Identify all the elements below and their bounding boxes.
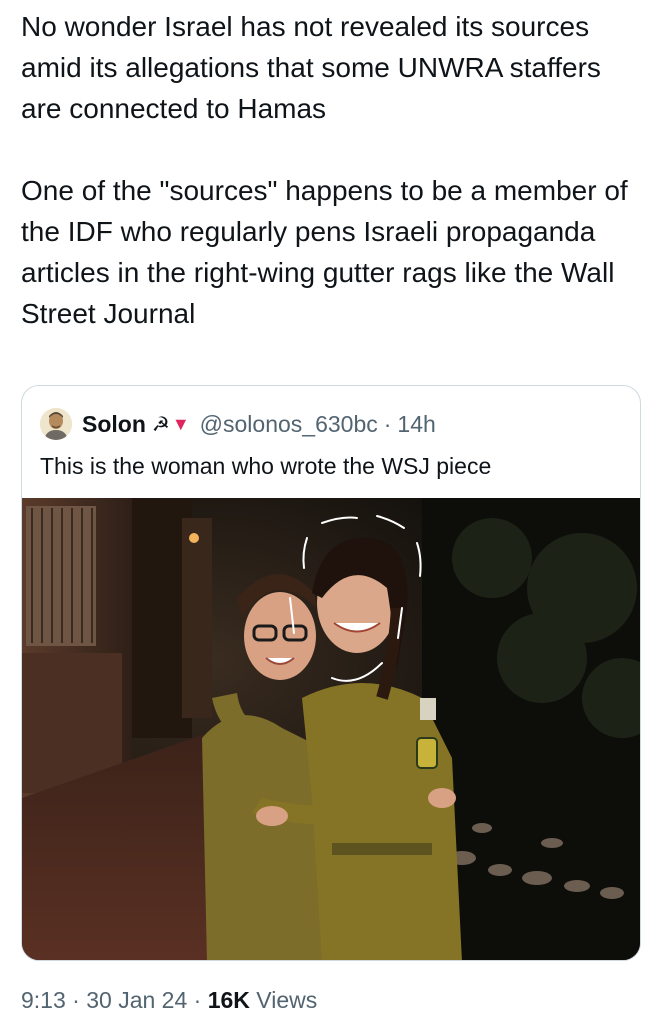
- separator-dot: ·: [193, 987, 202, 1013]
- quoted-post-image[interactable]: [22, 498, 641, 961]
- quoted-post-card[interactable]: Solon ☭ ▼ @solonos_630bc · 14h This is t…: [21, 385, 641, 961]
- quoted-post-time[interactable]: 14h: [397, 411, 435, 438]
- post-paragraph-1: No wonder Israel has not revealed its so…: [21, 11, 601, 124]
- post-body: No wonder Israel has not revealed its so…: [21, 6, 641, 334]
- post-meta: 9:13 · 30 Jan 24 · 16K Views: [21, 982, 317, 1018]
- views-count: 16K: [207, 987, 250, 1013]
- separator-dot: ·: [72, 987, 80, 1013]
- quoted-author-name[interactable]: Solon: [82, 411, 146, 438]
- quoted-post-text: This is the woman who wrote the WSJ piec…: [40, 453, 492, 479]
- red-triangle-icon: ▼: [171, 413, 190, 434]
- separator-dot: ·: [383, 410, 392, 437]
- views-label: Views: [256, 987, 318, 1013]
- avatar[interactable]: [40, 408, 72, 440]
- post-date[interactable]: 30 Jan 24: [86, 987, 187, 1013]
- quoted-author-handle[interactable]: @solonos_630bc: [200, 411, 378, 438]
- quoted-post-header: Solon ☭ ▼ @solonos_630bc · 14h: [40, 408, 436, 440]
- post-time[interactable]: 9:13: [21, 987, 66, 1013]
- avatar-portrait-icon: [40, 408, 72, 440]
- hammer-sickle-icon: ☭: [151, 413, 170, 436]
- post-paragraph-2: One of the "sources" happens to be a mem…: [21, 175, 628, 329]
